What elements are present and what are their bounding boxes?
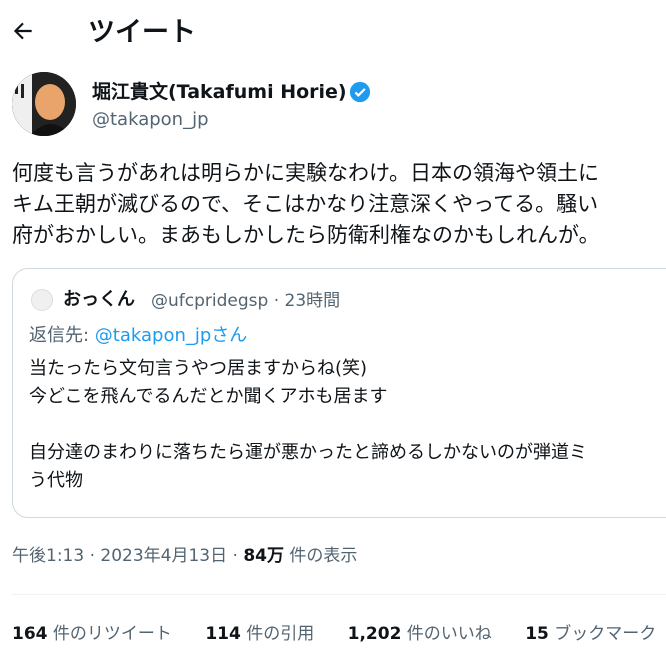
quotes-count: 114 — [205, 624, 241, 644]
quote-text: 当たったら文句言うやつ居ますからね(笑) 今どこを飛んでるんだとか聞くアホも居ま… — [29, 355, 666, 495]
page-title: ツイート — [88, 17, 196, 48]
tweet-line: 何度も言うがあれは明らかに実験なわけ。日本の領海や領土に — [12, 161, 599, 185]
tweet-meta: 午後1:13 · 2023年4月13日 · 84万 件の表示 — [12, 544, 357, 568]
quote-handle-time: @ufcpridegsp · 23時間 — [151, 291, 341, 311]
quote-line: 当たったら文句言うやつ居ますからね(笑) — [29, 358, 368, 379]
bookmarks-count: 15 — [525, 624, 549, 644]
reply-prefix: 返信先: — [29, 325, 95, 346]
quote-line — [29, 411, 666, 439]
tweet-stats: 164 件のリツイート 114 件の引用 1,202 件のいいね 15 ブックマ… — [12, 622, 666, 646]
tweet-text: 何度も言うがあれは明らかに実験なわけ。日本の領海や領土に キム王朝が滅びるので、… — [12, 158, 666, 251]
bookmarks-stat[interactable]: 15 ブックマーク — [525, 622, 656, 646]
quotes-stat[interactable]: 114 件の引用 — [205, 622, 314, 646]
quote-line: 自分達のまわりに落ちたら運が悪かったと諦めるしかないのが弾道ミ — [29, 442, 587, 463]
author-name[interactable]: 堀江貴文(Takafumi Horie) — [92, 80, 347, 104]
retweets-label: 件のリツイート — [47, 624, 172, 644]
avatar[interactable] — [12, 72, 76, 136]
quote-avatar[interactable] — [31, 289, 53, 311]
quote-line: う代物 — [29, 470, 83, 491]
quote-author-name[interactable]: おっくん — [63, 288, 135, 312]
header: ツイート — [0, 0, 666, 70]
bookmarks-label: ブックマーク — [548, 624, 657, 644]
author-handle[interactable]: @takapon_jp — [92, 108, 209, 132]
likes-label: 件のいいね — [401, 624, 492, 644]
quote-line: 今どこを飛んでるんだとか聞くアホも居ます — [29, 386, 388, 407]
quotes-label: 件の引用 — [240, 624, 315, 644]
tweet-line: キム王朝が滅びるので、そこはかなり注意深くやってる。騒い — [12, 192, 599, 216]
tweet-timestamp[interactable]: 午後1:13 · 2023年4月13日 · — [12, 546, 243, 566]
views-count: 84万 — [243, 546, 284, 566]
reply-to: 返信先: @takapon_jpさん — [29, 323, 247, 349]
likes-count: 1,202 — [347, 624, 402, 644]
reply-handle-link[interactable]: @takapon_jp — [95, 325, 212, 346]
divider — [12, 594, 666, 595]
likes-stat[interactable]: 1,202 件のいいね — [348, 622, 492, 646]
verified-badge-icon — [349, 81, 371, 103]
arrow-left-icon[interactable] — [10, 18, 40, 48]
quoted-tweet[interactable]: おっくん @ufcpridegsp · 23時間 返信先: @takapon_j… — [12, 268, 666, 518]
tweet-line: 府がおかしい。まあもしかしたら防衛利権なのかもしれんが。 — [12, 223, 600, 247]
retweets-stat[interactable]: 164 件のリツイート — [12, 622, 172, 646]
retweets-count: 164 — [12, 624, 48, 644]
reply-suffix: さん — [211, 325, 248, 346]
views-label: 件の表示 — [283, 546, 358, 566]
